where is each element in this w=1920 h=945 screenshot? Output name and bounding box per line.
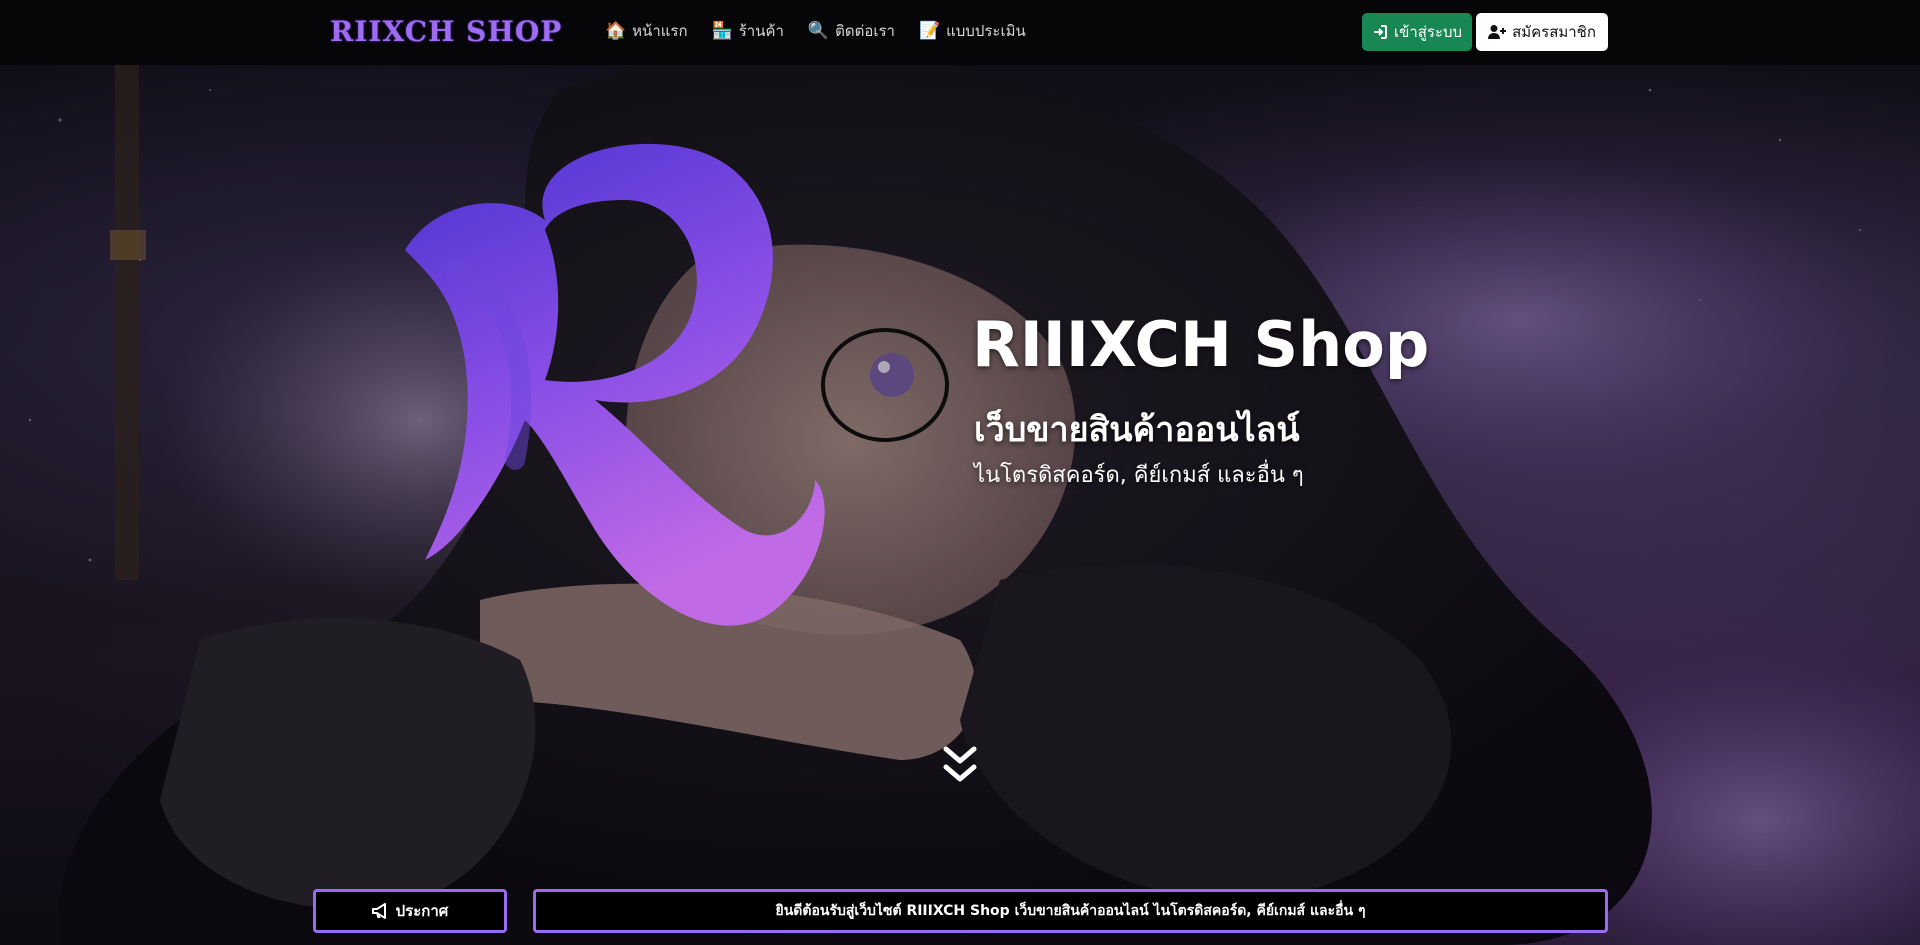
register-label: สมัครสมาชิก [1512, 23, 1596, 41]
top-navbar: RIIXCH SHOP 🏠 หน้าแรก 🏪 ร้านค้า 🔍 ติดต่อ… [0, 0, 1920, 65]
brand-r-logo [405, 143, 825, 626]
announcement-text: ยินดีต้อนรับสู่เว็บไซต์ RIIIXCH Shop เว็… [775, 903, 1366, 919]
nav-item-label: แบบประเมิน [946, 22, 1026, 40]
megaphone-icon [371, 903, 386, 919]
user-plus-icon [1488, 25, 1507, 39]
form-icon: 📝 [918, 20, 941, 41]
nav-item-label: ร้านค้า [738, 22, 784, 40]
nav-item-contact[interactable]: 🔍 ติดต่อเรา [808, 19, 895, 43]
login-button[interactable]: เข้าสู่ระบบ [1362, 13, 1472, 51]
nav-item-store[interactable]: 🏪 ร้านค้า [712, 19, 784, 43]
announcement-marquee: ยินดีต้อนรับสู่เว็บไซต์ RIIIXCH Shop เว็… [533, 889, 1608, 933]
announcement-label-text: ประกาศ [395, 902, 449, 920]
login-icon [1373, 25, 1387, 39]
announcement-label: ประกาศ [313, 889, 507, 933]
hero-description: ไนโตรดิสคอร์ด, คีย์เกมส์ และอื่น ๆ [974, 463, 1304, 488]
hero-title: RIIIXCH Shop [972, 308, 1430, 381]
nav-item-survey[interactable]: 📝 แบบประเมิน [919, 19, 1026, 43]
hero-subtitle: เว็บขายสินค้าออนไลน์ [974, 410, 1300, 450]
brand-logo[interactable]: RIIXCH SHOP [330, 10, 562, 54]
scroll-down-icon[interactable] [940, 745, 980, 787]
search-icon: 🔍 [807, 20, 830, 41]
nav-item-label: หน้าแรก [632, 22, 688, 40]
store-icon: 🏪 [711, 20, 733, 41]
register-button[interactable]: สมัครสมาชิก [1476, 13, 1608, 51]
nav-item-label: ติดต่อเรา [835, 22, 895, 40]
login-label: เข้าสู่ระบบ [1393, 23, 1463, 41]
nav-links: 🏠 หน้าแรก 🏪 ร้านค้า 🔍 ติดต่อเรา 📝 แบบประ… [605, 19, 1026, 43]
nav-item-home[interactable]: 🏠 หน้าแรก [605, 19, 688, 43]
hero-background-image [0, 0, 1920, 945]
home-icon: 🏠 [605, 20, 627, 41]
